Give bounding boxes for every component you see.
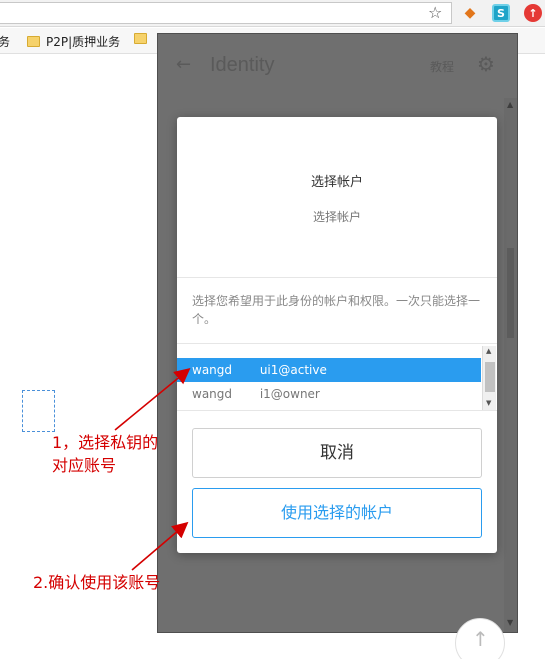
annotation-step1: 1，选择私钥的 对应账号 xyxy=(52,431,158,477)
cancel-button[interactable]: 取消 xyxy=(192,428,482,478)
dashed-placeholder-box xyxy=(22,390,55,432)
red-arrow-extension-icon[interactable]: ↑ xyxy=(524,4,542,22)
modal-subtitle: 选择帐户 xyxy=(312,210,361,224)
folder-icon xyxy=(134,33,147,44)
scroll-thumb[interactable] xyxy=(507,248,514,338)
scroll-thumb[interactable] xyxy=(485,362,495,392)
annotation-step2: 2.确认使用该账号 xyxy=(33,573,161,592)
modal-description: 选择您希望用于此身份的帐户和权限。一次只能选择一个。 xyxy=(192,294,481,326)
account-list-scrollbar[interactable]: ▲ ▼ xyxy=(482,346,496,410)
star-icon[interactable]: ☆ xyxy=(428,3,442,22)
use-selected-account-button[interactable]: 使用选择的帐户 xyxy=(192,488,482,538)
popup-header: ← Identity 教程 ⚙ xyxy=(158,34,517,98)
bookmark-item[interactable]: 务 xyxy=(0,33,10,50)
account-list: wangd ui1@active wangd i1@owner ▲ ▼ xyxy=(177,343,497,411)
annotation-step1-line1: 1，选择私钥的 xyxy=(52,433,159,452)
folder-icon xyxy=(27,36,40,47)
bookmark-item[interactable]: P2P|质押业务 xyxy=(27,33,120,50)
address-bar[interactable] xyxy=(0,2,452,24)
browser-toolbar: ☆ ◆ S ↑ xyxy=(0,0,545,27)
account-option-active[interactable]: wangd ui1@active xyxy=(177,358,481,382)
scroll-up-icon[interactable]: ▲ xyxy=(507,100,513,109)
metamask-fox-icon[interactable]: ◆ xyxy=(461,4,479,22)
guide-link[interactable]: 教程 xyxy=(430,58,454,75)
bookmark-item[interactable] xyxy=(134,33,153,44)
bookmark-label: 务 xyxy=(0,35,11,49)
scroll-down-icon[interactable]: ▼ xyxy=(507,618,513,627)
popup-scrollbar[interactable]: ▲ ▼ xyxy=(504,98,517,632)
bookmark-label: P2P|质押业务 xyxy=(46,35,121,49)
modal-title: 选择帐户 xyxy=(310,175,363,190)
popup-title: Identity xyxy=(210,54,275,76)
scatter-extension-icon[interactable]: S xyxy=(492,4,510,22)
divider xyxy=(177,277,497,278)
gear-icon[interactable]: ⚙ xyxy=(477,52,495,76)
annotation-step1-line2: 对应账号 xyxy=(52,456,117,475)
select-account-modal: 选择帐户 选择帐户 选择您希望用于此身份的帐户和权限。一次只能选择一个。 wan… xyxy=(177,117,497,553)
arrow-up-icon: ↑ xyxy=(472,627,489,651)
account-option-owner[interactable]: wangd i1@owner xyxy=(177,382,481,406)
scroll-up-icon[interactable]: ▲ xyxy=(486,347,491,355)
back-arrow-icon[interactable]: ← xyxy=(176,54,191,75)
scroll-down-icon[interactable]: ▼ xyxy=(486,399,491,407)
